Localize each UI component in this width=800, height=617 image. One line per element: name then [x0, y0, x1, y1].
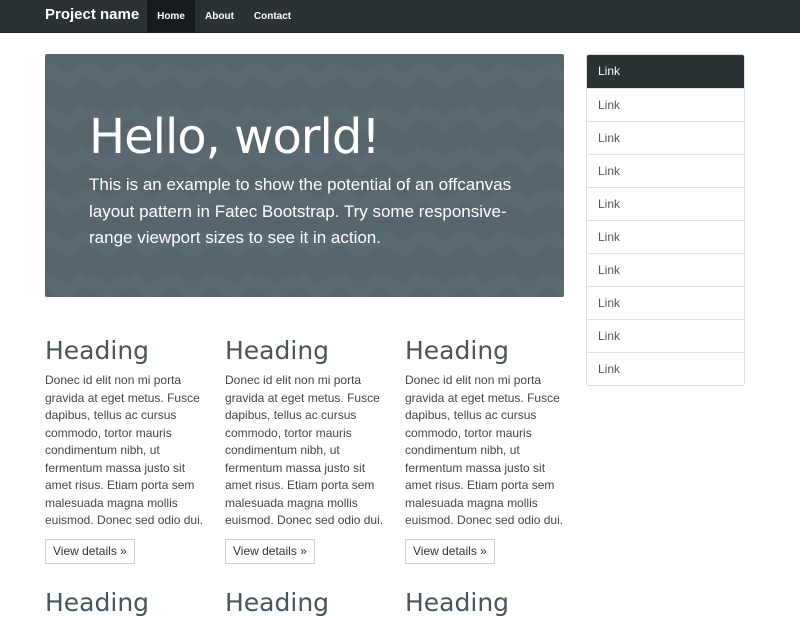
next-row-heading-2: Heading — [225, 588, 330, 617]
hero-title: Hello, world! — [89, 109, 381, 165]
column-body: Donec id elit non mi porta gravida at eg… — [45, 373, 204, 527]
nav-about[interactable]: About — [195, 0, 244, 33]
sidebar-link-5[interactable]: Link — [587, 187, 744, 220]
jumbotron: Hello, world! This is an example to show… — [45, 54, 564, 297]
view-details-button[interactable]: View details » — [45, 538, 135, 564]
sidebar-link-1[interactable]: Link — [587, 55, 744, 88]
top-navbar: Project name Home About Contact — [0, 0, 800, 33]
content-column-2: Heading Donec id elit non mi porta gravi… — [225, 335, 385, 564]
hero-text: This is an example to show the potential… — [89, 175, 512, 247]
column-heading: Heading — [225, 336, 330, 365]
sidebar-link-10[interactable]: Link — [587, 352, 744, 385]
sidebar-list-group: Link Link Link Link Link Link Link Link … — [586, 54, 745, 386]
view-details-button[interactable]: View details » — [225, 538, 315, 564]
sidebar-link-7[interactable]: Link — [587, 253, 744, 286]
column-body: Donec id elit non mi porta gravida at eg… — [225, 373, 384, 527]
navbar-brand[interactable]: Project name — [45, 6, 139, 23]
sidebar-link-2[interactable]: Link — [587, 88, 744, 121]
sidebar-link-3[interactable]: Link — [587, 121, 744, 154]
nav-home[interactable]: Home — [147, 0, 195, 33]
nav-contact[interactable]: Contact — [244, 0, 301, 33]
column-body: Donec id elit non mi porta gravida at eg… — [405, 373, 564, 527]
sidebar-link-4[interactable]: Link — [587, 154, 744, 187]
next-row-heading-1: Heading — [45, 588, 150, 617]
next-row-heading-3: Heading — [405, 588, 510, 617]
sidebar-link-9[interactable]: Link — [587, 319, 744, 352]
view-details-button[interactable]: View details » — [405, 538, 495, 564]
column-heading: Heading — [405, 336, 510, 365]
content-column-1: Heading Donec id elit non mi porta gravi… — [45, 335, 205, 564]
content-column-3: Heading Donec id elit non mi porta gravi… — [405, 335, 565, 564]
sidebar-link-6[interactable]: Link — [587, 220, 744, 253]
column-heading: Heading — [45, 336, 150, 365]
sidebar-link-8[interactable]: Link — [587, 286, 744, 319]
